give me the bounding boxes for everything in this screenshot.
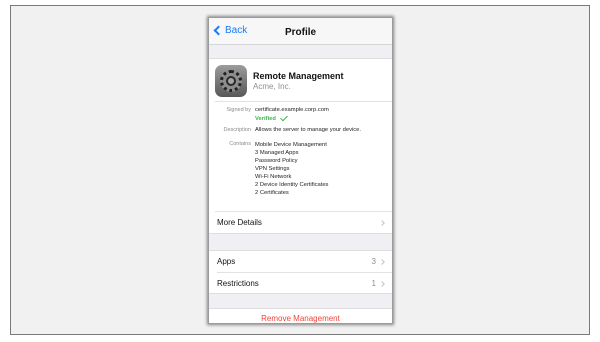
settings-list: Apps 3 Restrictions 1 xyxy=(209,250,392,294)
restrictions-label: Restrictions xyxy=(217,279,259,288)
verified-status: Verified xyxy=(255,113,288,122)
apps-row[interactable]: Apps 3 xyxy=(209,251,392,273)
apps-label: Apps xyxy=(217,257,236,266)
list-item: 3 Managed Apps xyxy=(255,150,299,156)
chevron-right-icon xyxy=(379,281,385,287)
remove-management-button[interactable]: Remove Management xyxy=(209,308,392,323)
page-title: Profile xyxy=(284,27,317,38)
contains-label: Contains xyxy=(229,141,251,147)
apps-count: 3 xyxy=(371,257,376,266)
restrictions-count: 1 xyxy=(371,279,376,288)
phone-screen: Back Profile Remote Management Acme, Inc… xyxy=(209,18,392,323)
remove-management-label: Remove Management xyxy=(261,314,340,323)
contains-list: Mobile Device Management 3 Managed Apps … xyxy=(255,141,328,197)
description-label: Description xyxy=(223,127,251,133)
navigation-bar: Back Profile xyxy=(209,18,392,45)
chevron-right-icon xyxy=(379,220,385,226)
restrictions-row[interactable]: Restrictions 1 xyxy=(209,273,392,294)
list-item: VPN Settings xyxy=(255,166,290,172)
profile-name: Remote Management xyxy=(253,71,344,81)
profile-card: Remote Management Acme, Inc. Signed by c… xyxy=(209,58,392,234)
checkmark-icon xyxy=(280,113,288,122)
settings-gear-icon xyxy=(215,65,247,97)
signed-by-label: Signed by xyxy=(226,107,251,113)
signed-by-value: certificate.example.corp.com xyxy=(255,107,329,113)
list-item: Wi-Fi Network xyxy=(255,174,292,180)
list-item: 2 Device Identity Certificates xyxy=(255,182,329,188)
profile-organization: Acme, Inc. xyxy=(253,82,291,91)
list-item: Mobile Device Management xyxy=(255,142,327,148)
gear-core xyxy=(226,76,236,86)
description-value: Allows the server to manage your device. xyxy=(255,127,362,133)
verified-label: Verified xyxy=(255,116,276,122)
gear-ring xyxy=(220,70,242,92)
list-item: 2 Certificates xyxy=(255,190,289,196)
more-details-row[interactable]: More Details xyxy=(209,212,392,234)
divider xyxy=(215,101,392,102)
chevron-right-icon xyxy=(379,259,385,265)
more-details-label: More Details xyxy=(217,218,262,227)
list-item: Password Policy xyxy=(255,158,298,164)
